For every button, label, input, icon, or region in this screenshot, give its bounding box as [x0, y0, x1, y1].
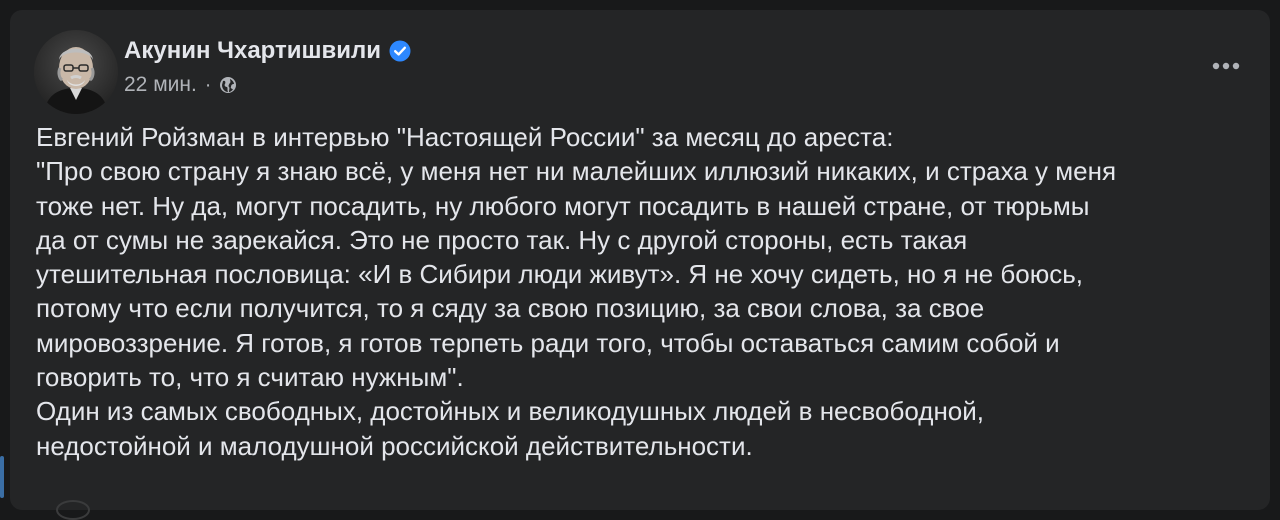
post-text-line: да от сумы не зарекайся. Это не просто т… [36, 224, 968, 255]
post-text-line: недостойной и малодушной российской дейс… [36, 430, 753, 461]
post-timestamp[interactable]: 22 мин. [124, 72, 197, 98]
post-text-line: потому что если получится, то я сяду за … [36, 293, 985, 324]
partial-reaction-icon [56, 500, 90, 520]
post-text-line: утешительная пословица: «И в Сибири люди… [36, 259, 1084, 290]
more-horizontal-icon [1211, 57, 1241, 75]
post-text-line: тоже нет. Ну да, могут посадить, ну любо… [36, 190, 1090, 221]
author-row: Акунин Чхартишвили [124, 36, 411, 66]
post-text-line: Один из самых свободных, достойных и вел… [36, 396, 985, 427]
post-card: Акунин Чхартишвили 22 мин. · Евгений Рой… [10, 10, 1270, 520]
author-avatar[interactable] [34, 30, 118, 114]
post-meta: 22 мин. · [124, 72, 237, 98]
verified-badge-icon [389, 40, 411, 62]
post-text-line: Евгений Ройзман в интервью "Настоящей Ро… [36, 122, 894, 152]
post-text: Евгений Ройзман в интервью "Настоящей Ро… [36, 120, 1256, 463]
author-name[interactable]: Акунин Чхартишвили [124, 36, 381, 66]
post-text-line: говорить то, что я считаю нужным". [36, 362, 464, 393]
meta-separator: · [204, 74, 212, 96]
scroll-edge-indicator [0, 456, 4, 498]
post-text-line: "Про свою страну я знаю всё, у меня нет … [36, 156, 1117, 187]
globe-icon[interactable] [219, 76, 237, 94]
more-options-button[interactable] [1206, 52, 1246, 80]
avatar-image [34, 30, 118, 114]
post-text-line: мировоззрение. Я готов, я готов терпеть … [36, 327, 1060, 358]
